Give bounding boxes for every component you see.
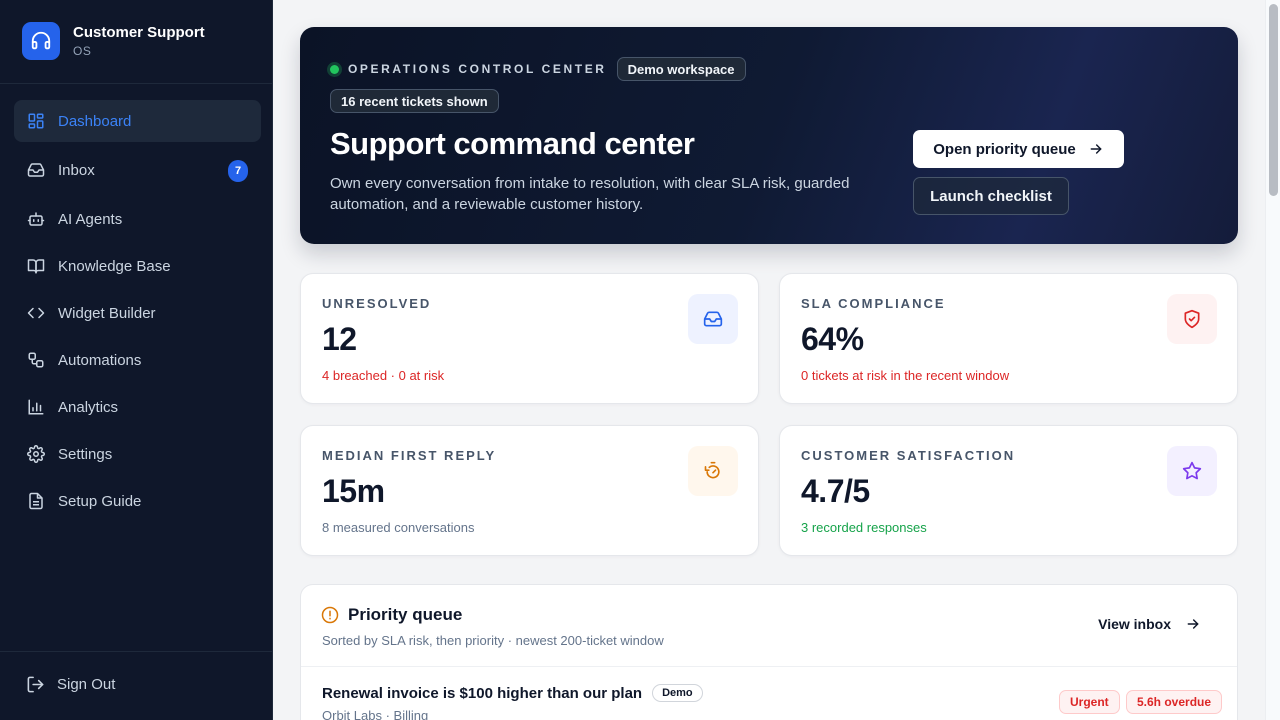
priority-badge: Urgent	[1059, 690, 1120, 714]
priority-queue-title: Priority queue	[348, 605, 463, 624]
workflow-icon	[26, 350, 46, 370]
sidebar-item-label: Inbox	[58, 161, 95, 179]
brand-name: Customer Support	[73, 24, 205, 41]
document-icon	[26, 491, 46, 511]
sidebar-item-label: Widget Builder	[58, 304, 156, 322]
workspace-pill: Demo workspace	[616, 57, 746, 81]
scrollbar-thumb[interactable]	[1269, 4, 1278, 196]
hero-banner: OPERATIONS CONTROL CENTER Demo workspace…	[300, 27, 1238, 244]
metric-label: MEDIAN FIRST REPLY	[322, 448, 497, 463]
sidebar-item-label: Knowledge Base	[58, 257, 171, 275]
metric-subtext: 4 breached · 0 at risk	[322, 368, 445, 383]
arrow-right-icon	[1185, 616, 1201, 632]
metric-card-median-first-reply: MEDIAN FIRST REPLY 15m 8 measured conver…	[300, 425, 759, 556]
chart-icon	[26, 397, 46, 417]
sla-status-badge: 5.6h overdue	[1126, 690, 1223, 714]
queue-divider	[301, 666, 1237, 667]
tickets-shown-pill: 16 recent tickets shown	[330, 89, 499, 113]
ticket-title: Renewal invoice is $100 higher than our …	[322, 684, 643, 702]
metric-subtext: 8 measured conversations	[322, 520, 475, 535]
sidebar-item-inbox[interactable]: Inbox 7	[14, 149, 261, 191]
inbox-icon	[688, 294, 738, 344]
inbox-icon	[26, 160, 46, 180]
sidebar-item-label: Dashboard	[58, 112, 132, 130]
priority-queue-subtitle: Sorted by SLA risk, then priority · newe…	[322, 633, 664, 648]
timer-icon	[688, 446, 738, 496]
metric-card-unresolved: UNRESOLVED 12 4 breached · 0 at risk	[300, 273, 759, 404]
hero-kicker: OPERATIONS CONTROL CENTER	[348, 62, 607, 76]
page-title: Support command center	[330, 126, 695, 161]
code-icon	[26, 303, 46, 323]
sign-out-label: Sign Out	[57, 676, 116, 693]
sidebar-divider	[0, 651, 273, 652]
sidebar: Customer Support OS Dashboard Inbox 7 AI…	[0, 0, 273, 720]
inbox-count-badge: 7	[228, 160, 248, 182]
metric-value: 4.7/5	[801, 473, 870, 509]
demo-tag: Demo	[652, 684, 703, 702]
status-dot	[330, 64, 339, 74]
sidebar-divider	[0, 83, 273, 84]
sign-out-button[interactable]: Sign Out	[26, 675, 115, 694]
page-scrollbar[interactable]	[1265, 0, 1280, 720]
sidebar-item-dashboard[interactable]: Dashboard	[14, 100, 261, 142]
sidebar-item-analytics[interactable]: Analytics	[14, 386, 261, 428]
launch-checklist-button[interactable]: Launch checklist	[913, 177, 1069, 215]
sidebar-item-setup-guide[interactable]: Setup Guide	[14, 480, 261, 522]
sidebar-item-knowledge-base[interactable]: Knowledge Base	[14, 245, 261, 287]
brand-subtitle: OS	[73, 44, 92, 58]
sidebar-item-settings[interactable]: Settings	[14, 433, 261, 475]
metric-subtext: 0 tickets at risk in the recent window	[801, 368, 1010, 383]
link-label: View inbox	[1098, 616, 1171, 632]
hero-description: Own every conversation from intake to re…	[330, 175, 850, 213]
metric-subtext: 3 recorded responses	[801, 520, 927, 535]
brand[interactable]: Customer Support OS	[22, 22, 205, 60]
sidebar-item-label: Analytics	[58, 398, 119, 416]
metric-card-sla-compliance: SLA COMPLIANCE 64% 0 tickets at risk in …	[779, 273, 1238, 404]
ticket-meta: Orbit Labs · Billing	[322, 708, 429, 720]
sidebar-item-widget-builder[interactable]: Widget Builder	[14, 292, 261, 334]
alert-circle-icon	[321, 606, 339, 624]
headset-icon	[22, 22, 60, 60]
sidebar-item-label: Automations	[58, 351, 142, 369]
bot-icon	[26, 209, 46, 229]
open-priority-queue-button[interactable]: Open priority queue	[913, 130, 1124, 168]
sidebar-item-automations[interactable]: Automations	[14, 339, 261, 381]
button-label: Open priority queue	[933, 140, 1076, 158]
metric-label: UNRESOLVED	[322, 296, 432, 311]
dashboard-icon	[26, 111, 46, 131]
view-inbox-link[interactable]: View inbox	[1098, 616, 1201, 632]
logout-icon	[26, 675, 45, 694]
star-icon	[1167, 446, 1217, 496]
gear-icon	[26, 444, 46, 464]
metric-label: CUSTOMER SATISFACTION	[801, 448, 1016, 463]
metric-value: 64%	[801, 321, 864, 357]
metric-label: SLA COMPLIANCE	[801, 296, 946, 311]
sidebar-item-label: Setup Guide	[58, 492, 142, 510]
priority-queue-panel: Priority queue Sorted by SLA risk, then …	[300, 584, 1238, 720]
sidebar-item-label: Settings	[58, 445, 113, 463]
metric-value: 12	[322, 321, 357, 357]
metric-card-customer-satisfaction: CUSTOMER SATISFACTION 4.7/5 3 recorded r…	[779, 425, 1238, 556]
book-icon	[26, 256, 46, 276]
sidebar-item-label: AI Agents	[58, 210, 123, 228]
sidebar-item-ai-agents[interactable]: AI Agents	[14, 198, 261, 240]
metric-value: 15m	[322, 473, 385, 509]
shield-icon	[1167, 294, 1217, 344]
arrow-right-icon	[1088, 141, 1104, 157]
